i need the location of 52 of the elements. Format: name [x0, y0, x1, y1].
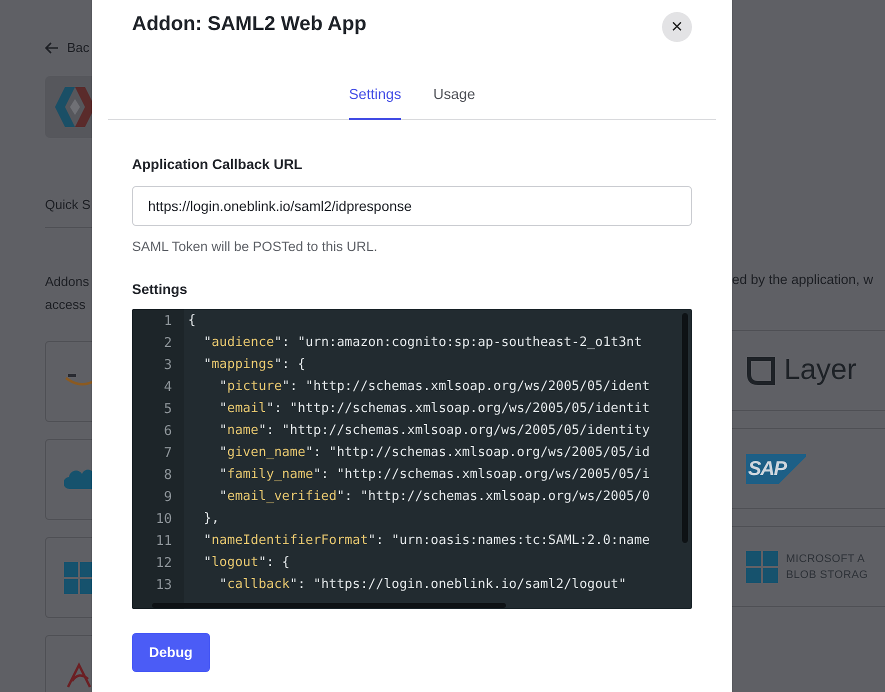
intro-text: ed by the application, w [732, 271, 874, 289]
line-number: 1 [162, 313, 173, 331]
hexagon-logo-icon [55, 84, 92, 128]
intro-text: access [45, 296, 86, 314]
url-input-field[interactable]: https://login.oneblink.io/saml2/idpresponse [132, 186, 692, 226]
tab[interactable]: Usage [433, 85, 476, 120]
tab[interactable]: Settings [348, 85, 402, 120]
line-number: 3 [162, 357, 173, 375]
code-editor[interactable] [132, 309, 692, 609]
help-text: SAML Token will be POSTed to this URL. [132, 238, 378, 256]
addon-card[interactable]: Layer [732, 330, 885, 412]
rounded-square-logo-icon [746, 356, 776, 386]
code-line: }, [202, 511, 220, 528]
line-number: 12 [154, 555, 173, 573]
line-number: 7 [162, 445, 173, 463]
code-line: "logout": { [202, 555, 290, 572]
back-link[interactable]: Bac [67, 38, 90, 58]
code-line: "family_name": "http://schemas.xmlsoap.org/ws/2005/05/i [218, 467, 650, 484]
sap-logo: SAP [746, 454, 806, 484]
code-line: "email": "http://schemas.xmlsoap.org/ws/2005/05/identit [218, 401, 650, 418]
code-line: "picture": "http://schemas.xmlsoap.org/ws/2005/05/ident [218, 379, 650, 396]
line-number: 2 [162, 335, 173, 353]
code-line: { [187, 313, 196, 330]
code-line: "audience": "urn:amazon:cognito:sp:ap-southeast-2_o1t3nt [202, 335, 642, 352]
close-button[interactable]: × [662, 12, 692, 42]
line-number: 10 [154, 511, 173, 529]
section-heading: Quick S [45, 196, 92, 214]
modal-title: Addon: SAML2 Web App [132, 12, 366, 36]
code-line: "given_name": "http://schemas.xmlsoap.org/ws/2005/05/id [218, 445, 650, 462]
line-number: 5 [162, 401, 173, 419]
scrollbar-thumb[interactable] [682, 313, 688, 543]
code-line: "callback": "https://login.oneblink.io/saml2/logout" [218, 577, 626, 594]
scrollbar-thumb[interactable] [152, 603, 506, 608]
addon-card[interactable]: SAP [732, 428, 885, 510]
code-line: "name": "http://schemas.xmlsoap.org/ws/2005/05/identity [218, 423, 650, 440]
line-number: 6 [162, 423, 173, 441]
field-label: Application Callback URL [132, 154, 304, 174]
code-line: "email_verified": "http://schemas.xmlsoap.org/ws/2005/0 [218, 489, 650, 506]
line-number: 4 [162, 379, 173, 397]
windows-grid-icon [64, 562, 92, 594]
line-number: 11 [154, 533, 173, 551]
line-number: 9 [162, 489, 173, 507]
windows-grid-icon [746, 550, 778, 583]
intro-text: Addons [45, 273, 90, 291]
line-number: 8 [162, 467, 173, 485]
back-arrow-icon [45, 42, 59, 54]
code-line: "mappings": { [202, 357, 306, 374]
field-label: Settings [132, 280, 188, 299]
logo-text: Layer [784, 353, 857, 388]
code-line: "nameIdentifierFormat": "urn:oasis:names:tc:SAML:2.0:name [202, 533, 650, 550]
debug-button[interactable]: Debug [132, 633, 210, 672]
line-number: 13 [154, 577, 173, 595]
